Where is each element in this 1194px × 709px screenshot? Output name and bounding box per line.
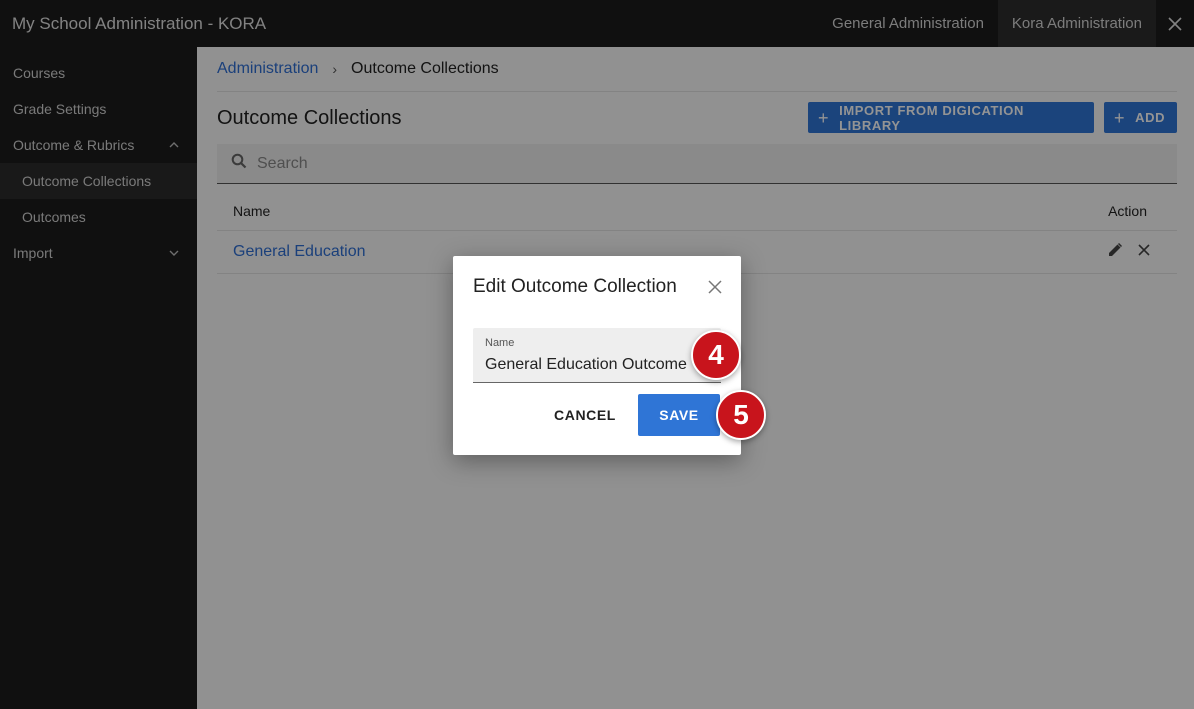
step-badge-4: 4	[691, 330, 741, 380]
dialog-title: Edit Outcome Collection	[473, 276, 677, 297]
cancel-button[interactable]: CANCEL	[543, 394, 627, 436]
name-field[interactable]: Name	[473, 328, 721, 383]
name-field-label: Name	[485, 337, 515, 349]
save-button[interactable]: SAVE	[638, 394, 720, 436]
name-input[interactable]	[485, 356, 717, 374]
dialog-close-icon[interactable]	[706, 278, 724, 296]
step-badge-5: 5	[716, 390, 766, 440]
